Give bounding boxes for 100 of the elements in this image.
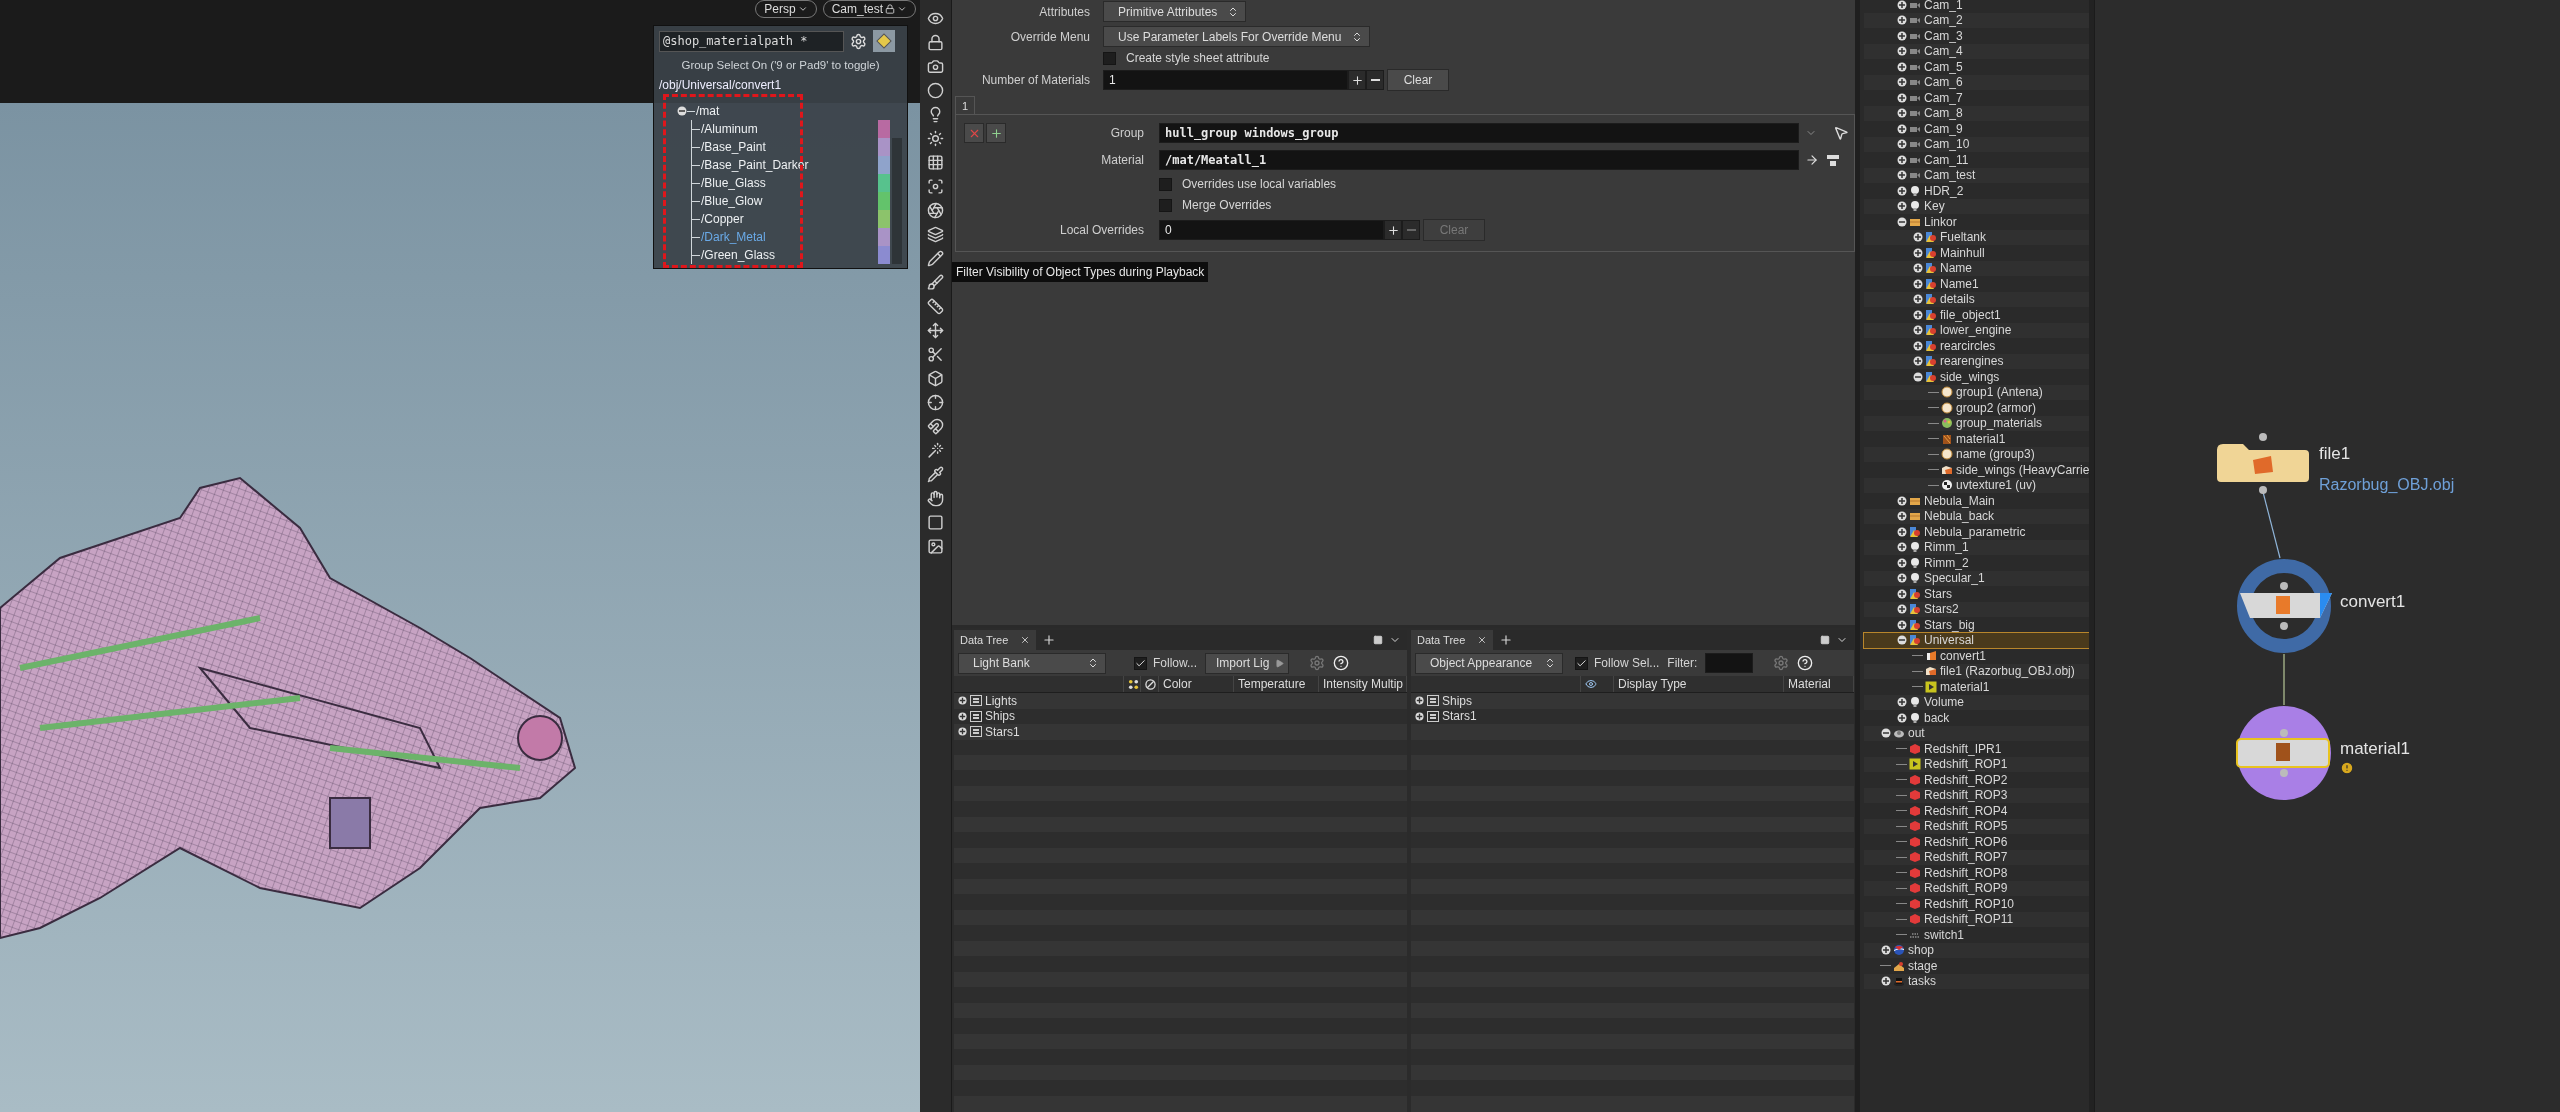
expand-icon[interactable] <box>1896 0 1907 11</box>
expand-icon[interactable] <box>1896 200 1907 212</box>
expand-icon[interactable] <box>1896 14 1907 26</box>
wand-icon[interactable] <box>927 442 944 459</box>
column-header[interactable]: Display Type <box>1614 676 1784 692</box>
crosshair-icon[interactable] <box>927 394 944 411</box>
expand-icon[interactable] <box>1912 247 1923 259</box>
camera-menu-button[interactable]: Persp <box>755 0 817 18</box>
ruler-icon[interactable] <box>927 298 944 315</box>
scissors-icon[interactable] <box>927 346 944 363</box>
tree-label[interactable]: Stars1 <box>1442 709 1477 724</box>
expand-icon[interactable] <box>1896 154 1907 166</box>
tree-label[interactable]: Ships <box>1442 693 1473 708</box>
expand-icon[interactable] <box>1896 588 1907 600</box>
material-item[interactable]: /Blue_Glow <box>701 194 763 208</box>
panel-tab[interactable]: Data Tree <box>1411 630 1494 650</box>
close-icon[interactable] <box>1477 635 1488 645</box>
expand-icon[interactable] <box>1415 696 1424 706</box>
delete-button[interactable] <box>964 123 984 143</box>
expand-icon[interactable] <box>958 727 967 737</box>
layers-icon[interactable] <box>927 226 944 243</box>
expand-icon[interactable] <box>1912 355 1923 367</box>
collapse-icon[interactable] <box>1896 216 1907 228</box>
expand-icon[interactable] <box>1896 123 1907 135</box>
grid-icon[interactable] <box>927 154 944 171</box>
expand-icon[interactable] <box>1896 526 1907 538</box>
node-label[interactable]: material1 <box>2340 739 2410 759</box>
add-tab-icon[interactable] <box>1499 633 1514 647</box>
expand-icon[interactable] <box>1896 169 1907 181</box>
panel-tab[interactable]: Data Tree <box>954 630 1037 650</box>
pencil-icon[interactable] <box>927 250 944 267</box>
expand-icon[interactable] <box>1896 185 1907 197</box>
help-icon[interactable] <box>1333 655 1350 671</box>
add-button[interactable] <box>1348 70 1366 90</box>
number-field[interactable]: 1 <box>1103 70 1348 90</box>
group-select-button[interactable] <box>873 30 895 52</box>
expand-icon[interactable] <box>1912 340 1923 352</box>
expand-icon[interactable] <box>1896 61 1907 73</box>
checkbox[interactable] <box>1575 656 1588 670</box>
checkbox[interactable] <box>1134 656 1147 670</box>
collapse-icon[interactable] <box>677 106 687 116</box>
expand-icon[interactable] <box>1912 309 1923 321</box>
material-item[interactable]: /Base_Paint <box>701 140 766 154</box>
expand-icon[interactable] <box>958 696 967 706</box>
tree-item[interactable]: /mat <box>696 104 720 118</box>
circle-icon[interactable] <box>927 82 944 99</box>
expand-icon[interactable] <box>1896 572 1907 584</box>
expand-icon[interactable] <box>1896 107 1907 119</box>
select-arrow-icon[interactable] <box>1833 125 1849 141</box>
expand-icon[interactable] <box>1896 138 1907 150</box>
camera-menu-button[interactable]: Cam_test <box>822 0 916 18</box>
lock-icon[interactable] <box>927 34 944 51</box>
column-header[interactable]: Temperature <box>1234 676 1319 692</box>
checkbox[interactable] <box>1103 51 1116 65</box>
expand-icon[interactable] <box>1880 975 1891 987</box>
material-item[interactable]: /Green_Glass <box>701 248 776 262</box>
collapse-icon[interactable] <box>1912 371 1923 383</box>
outliner-item[interactable]: Universal <box>1864 632 2090 648</box>
add-tab-icon[interactable] <box>1042 633 1057 647</box>
checkbox[interactable] <box>1159 177 1172 191</box>
expand-icon[interactable] <box>1880 944 1891 956</box>
material-item[interactable]: /Blue_Glass <box>701 176 766 190</box>
tab[interactable]: 1 <box>955 96 975 114</box>
tree-label[interactable]: Ships <box>985 709 1016 724</box>
expand-icon[interactable] <box>1896 510 1907 522</box>
magnet-icon[interactable] <box>927 418 944 435</box>
sun-icon[interactable] <box>927 130 944 147</box>
material-field[interactable]: /mat/Meatall_1 <box>1159 150 1799 170</box>
focus-icon[interactable] <box>927 178 944 195</box>
expand-icon[interactable] <box>1896 30 1907 42</box>
expand-icon[interactable] <box>1896 495 1907 507</box>
scrollbar[interactable] <box>2089 0 2094 1112</box>
view-dropdown[interactable]: Light Bank <box>958 652 1106 674</box>
expand-icon[interactable] <box>1896 76 1907 88</box>
group-field[interactable]: hull_group windows_group <box>1159 123 1799 143</box>
node-label[interactable]: convert1 <box>2340 592 2406 612</box>
expand-icon[interactable] <box>1896 712 1907 724</box>
column-header[interactable]: Color <box>1159 676 1234 692</box>
pattern-field[interactable]: @shop_materialpath * <box>659 30 844 52</box>
maximize-icon[interactable] <box>1373 635 1383 645</box>
eye-icon[interactable] <box>927 10 944 27</box>
view-dropdown[interactable]: Object Appearance <box>1415 652 1563 674</box>
close-icon[interactable] <box>1020 635 1031 645</box>
square-icon[interactable] <box>927 514 944 531</box>
pipette-icon[interactable] <box>927 466 944 483</box>
expand-icon[interactable] <box>1912 293 1923 305</box>
brush-icon[interactable] <box>927 274 944 291</box>
expand-icon[interactable] <box>1896 45 1907 57</box>
expand-icon[interactable] <box>1896 541 1907 553</box>
import-button[interactable]: Import Lig <box>1205 652 1290 674</box>
move-icon[interactable] <box>927 322 944 339</box>
column-header[interactable]: Intensity Multip <box>1319 676 1407 692</box>
dropdown-menu[interactable]: Use Parameter Labels For Override Menu <box>1103 26 1371 47</box>
expand-icon[interactable] <box>958 711 967 721</box>
expand-icon[interactable] <box>1912 278 1923 290</box>
outliner-item[interactable]: Stars_big <box>1864 617 2090 633</box>
remove-button[interactable] <box>1366 70 1384 90</box>
expand-icon[interactable] <box>1912 231 1923 243</box>
expand-icon[interactable] <box>1896 603 1907 615</box>
node-drawing[interactable] <box>2234 703 2334 803</box>
